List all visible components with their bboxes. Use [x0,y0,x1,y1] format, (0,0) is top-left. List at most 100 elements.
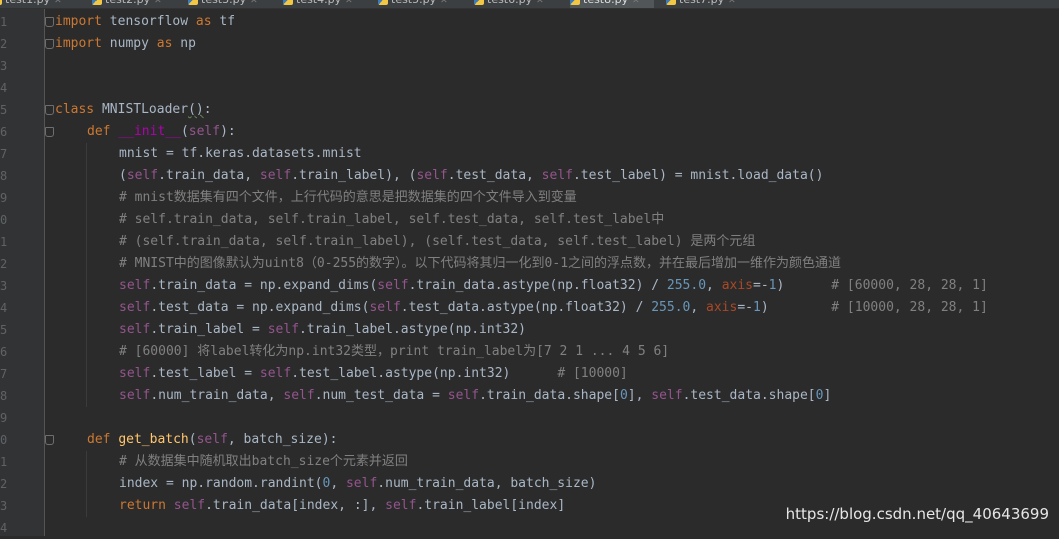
tab-close-icon[interactable]: ✕ [250,0,258,6]
code-token: self [119,278,151,293]
tab-label: test6.py [487,0,532,6]
tab-test8-py[interactable]: test8.py ✕ [570,0,654,8]
tab-test7-py[interactable]: test7.py ✕ [666,0,756,8]
code-token: tf [219,14,236,29]
code-line[interactable]: 4 [0,77,1059,99]
code-token: ( [180,124,189,139]
line-number: 3 [0,279,8,293]
code-text: self.test_label = self.test_label.astype… [119,363,628,385]
tab-close-icon[interactable]: ✕ [536,0,544,6]
tab-label: test3.py [201,0,246,6]
tab-close-icon[interactable]: ✕ [728,0,736,6]
code-line[interactable]: 3 self.train_data = np.expand_dims(self.t… [0,275,1059,297]
tab-test1-py[interactable]: test1.py ✕ [0,0,78,8]
code-token: np [180,36,196,51]
fold-marker-icon[interactable] [45,127,54,137]
tab-close-icon[interactable]: ✕ [154,0,162,6]
code-token: self [377,278,409,293]
line-number: 9 [0,191,8,205]
fold-marker-icon[interactable] [45,435,54,445]
code-token: self [416,168,448,183]
python-file-icon [188,0,198,5]
code-text: class MNISTLoader(): [55,102,212,117]
code-token: self [259,366,292,381]
indent-guide [86,143,87,165]
code-line[interactable]: 8 (self.train_data, self.train_label), (s… [0,165,1059,187]
code-token: __init__ [118,124,181,139]
code-line[interactable]: 2 # MNIST中的图像默认为uint8（0-255的数字）。以下代码将其归一化… [0,253,1059,275]
code-text: self.num_train_data, self.num_test_data … [119,385,831,407]
fold-marker-icon[interactable] [45,17,54,27]
code-token: self [259,168,292,183]
code-token: 0 [619,388,628,403]
code-text: # MNIST中的图像默认为uint8（0-255的数字）。以下代码将其归一化到… [119,253,841,275]
code-line[interactable]: 0 # self.train_data, self.train_label, se… [0,209,1059,231]
code-token: MNISTLoader [101,102,189,117]
code-line[interactable]: 2 index = np.random.randint(0, self.num_t… [0,473,1059,495]
tab-close-icon[interactable]: ✕ [54,0,62,6]
line-number: 3 [0,59,8,73]
code-token: : [203,102,212,117]
tab-close-icon[interactable]: ✕ [632,0,640,6]
indent-guide [86,319,87,341]
code-text: # [60000] 将label转化为np.int32类型，print trai… [119,341,669,363]
code-line[interactable]: 7 mnist = tf.keras.datasets.mnist [0,143,1059,165]
code-line[interactable]: 1 # (self.train_data, self.train_label), … [0,231,1059,253]
fold-marker-icon[interactable] [45,39,54,49]
python-file-icon [474,0,484,5]
code-text: (self.train_data, self.train_label), (se… [119,165,823,187]
code-line[interactable]: 1 import tensorflow as tf [0,11,1059,33]
indent-guide [86,451,87,473]
indent-guide [86,187,87,209]
tab-test5-py[interactable]: test5.py ✕ [378,0,468,8]
code-line[interactable]: 3 [0,55,1059,77]
indent-guide [86,231,87,253]
code-line[interactable]: 2 import numpy as np [0,33,1059,55]
tab-test3-py[interactable]: test3.py ✕ [188,0,277,8]
tab-close-icon[interactable]: ✕ [345,0,353,6]
tab-label: test8.py [583,0,628,6]
code-line[interactable]: 9 # mnist数据集有四个文件，上行代码的意思是把数据集的四个文件导入到变量 [0,187,1059,209]
fold-marker-icon[interactable] [45,105,54,115]
code-token: 255.0 [666,278,707,293]
code-text: self.train_data = np.expand_dims(self.tr… [119,275,988,297]
code-token: self [541,168,573,183]
code-text: import tensorflow as tf [55,14,236,29]
code-token: get_batch [118,432,189,447]
code-token: .train_label[index] [416,498,566,513]
line-number: 5 [0,103,8,117]
code-line[interactable]: 6 # [60000] 将label转化为np.int32类型，print tra… [0,341,1059,363]
code-token: .test_label) = mnist.load_data() [572,168,824,183]
indent-guide [86,275,87,297]
tab-test6-py[interactable]: test6.py ✕ [474,0,564,8]
tab-test4-py[interactable]: test4.py ✕ [283,0,372,8]
code-text: # mnist数据集有四个文件，上行代码的意思是把数据集的四个文件导入到变量 [119,187,577,209]
tab-test2-py[interactable]: test2.py ✕ [92,0,182,8]
code-token: axis [706,300,738,315]
code-line[interactable]: 9 [0,407,1059,429]
code-token: .num_train_data, batch_size) [377,476,597,491]
code-token: # mnist数据集有四个文件，上行代码的意思是把数据集的四个文件导入到变量 [119,190,577,205]
code-line[interactable]: 6 def __init__(self): [0,121,1059,143]
watermark-url: https://blog.csdn.net/qq_40643699 [785,505,1049,523]
code-token: self [345,476,378,491]
code-line[interactable]: 8 self.num_train_data, self.num_test_data… [0,385,1059,407]
code-line[interactable]: 4 self.test_data = np.expand_dims(self.te… [0,297,1059,319]
code-line[interactable]: 7 self.test_label = self.test_label.astyp… [0,363,1059,385]
code-line[interactable]: 5 class MNISTLoader(): [0,99,1059,121]
code-line[interactable]: 0 def get_batch(self, batch_size): [0,429,1059,451]
code-token: self [651,388,683,403]
code-editor[interactable]: 1 import tensorflow as tf 2 import numpy as… [0,11,1059,539]
code-token: self [283,388,315,403]
code-token: # [10000, 28, 28, 1] [831,300,988,315]
indent-guide [86,209,87,231]
code-token: , [690,300,707,315]
tab-label: test2.py [105,0,150,6]
code-token: .num_test_data = [314,388,448,403]
line-number: 8 [0,169,8,183]
code-line[interactable]: 5 self.train_label = self.train_label.ast… [0,319,1059,341]
tab-close-icon[interactable]: ✕ [440,0,448,6]
code-text: import numpy as np [55,36,196,51]
code-token: ) [760,300,832,315]
code-line[interactable]: 1 # 从数据集中随机取出batch_size个元素并返回 [0,451,1059,473]
